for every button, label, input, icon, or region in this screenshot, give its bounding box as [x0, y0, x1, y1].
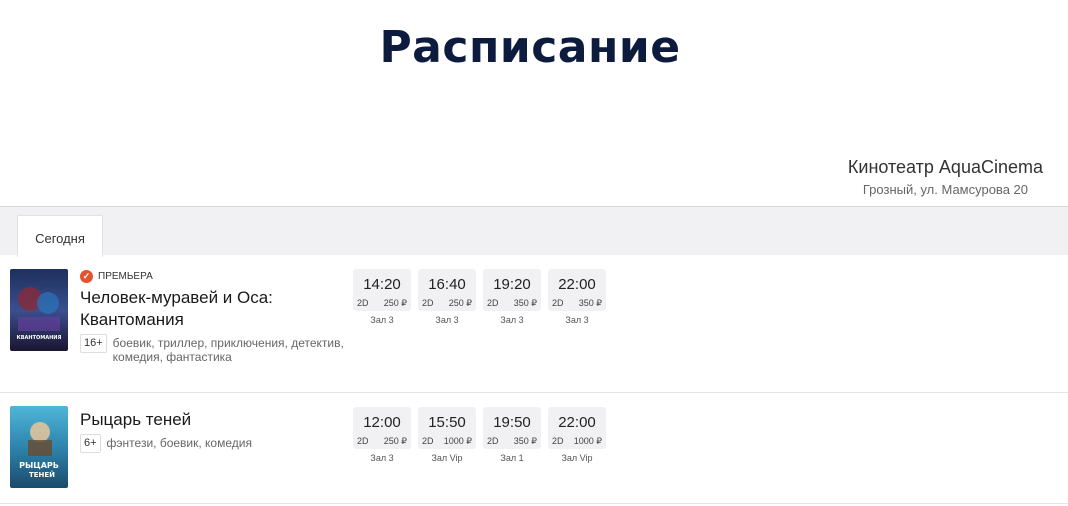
- session-time: 19:20: [493, 276, 531, 293]
- premiere-label: ПРЕМЬЕРА: [98, 270, 153, 282]
- premiere-icon: ✓: [80, 269, 93, 283]
- session-price: 1000 ₽: [443, 436, 472, 446]
- session-time: 15:50: [428, 414, 466, 431]
- movie-title[interactable]: Человек-муравей и Оса: Квантомания: [80, 287, 350, 331]
- session-price: 350 ₽: [513, 298, 537, 308]
- session-button[interactable]: 19:50 2D 350 ₽ Зал 1: [483, 407, 541, 463]
- poster-caption: РЫЦАРЬ: [19, 461, 59, 470]
- session-time: 19:50: [493, 414, 531, 431]
- date-tabs: Сегодня: [0, 206, 1068, 257]
- session-price: 250 ₽: [383, 298, 407, 308]
- session-price: 250 ₽: [448, 298, 472, 308]
- movie-title-line1: Человек-муравей и Оса:: [80, 288, 273, 307]
- session-time: 22:00: [558, 276, 596, 293]
- session-time: 14:20: [363, 276, 401, 293]
- session-button[interactable]: 19:20 2D 350 ₽ Зал 3: [483, 269, 541, 325]
- session-format: 2D: [357, 298, 369, 308]
- session-format: 2D: [487, 298, 499, 308]
- session-hall: Зал 3: [500, 315, 524, 325]
- session-price: 250 ₽: [383, 436, 407, 446]
- session-list: 12:00 2D 250 ₽ Зал 3 15:50 2D 1000 ₽ Зал V…: [353, 407, 606, 463]
- session-format: 2D: [357, 436, 369, 446]
- session-format: 2D: [422, 298, 434, 308]
- session-button[interactable]: 14:20 2D 250 ₽ Зал 3: [353, 269, 411, 325]
- session-price: 350 ₽: [578, 298, 602, 308]
- session-hall: Зал 3: [565, 315, 589, 325]
- session-time: 12:00: [363, 414, 401, 431]
- movie-info: Рыцарь теней 6+ фэнтези, боевик, комедия: [80, 409, 350, 453]
- session-time: 16:40: [428, 276, 466, 293]
- movie-title-line2: Квантомания: [80, 310, 184, 329]
- cinema-address: Грозный, ул. Мамсурова 20: [862, 182, 1028, 197]
- session-hall: Зал Vip: [561, 453, 593, 463]
- session-format: 2D: [487, 436, 499, 446]
- movie-title[interactable]: Рыцарь теней: [80, 409, 350, 431]
- movie-poster[interactable]: РЫЦАРЬ ТЕНЕЙ: [10, 406, 68, 488]
- movie-genres: боевик, триллер, приключения, детектив, …: [112, 336, 344, 364]
- page-title: Расписание: [379, 22, 681, 73]
- movie-title-line1: Рыцарь теней: [80, 410, 192, 429]
- cinema-info: Кинотеатр AquaCinema Грозный, ул. Мамсур…: [848, 157, 1043, 197]
- poster-caption: КВАНТОМАНИЯ: [17, 335, 62, 341]
- session-price: 350 ₽: [513, 436, 537, 446]
- session-button[interactable]: 22:00 2D 1000 ₽ Зал Vip: [548, 407, 606, 463]
- session-price: 1000 ₽: [573, 436, 602, 446]
- session-button[interactable]: 16:40 2D 250 ₽ Зал 3: [418, 269, 476, 325]
- session-list: 14:20 2D 250 ₽ Зал 3 16:40 2D 250 ₽ Зал 3 …: [353, 269, 606, 325]
- session-hall: Зал 3: [435, 315, 459, 325]
- movie-info: ✓ ПРЕМЬЕРА Человек-муравей и Оса: Кванто…: [80, 269, 350, 364]
- session-button[interactable]: 12:00 2D 250 ₽ Зал 3: [353, 407, 411, 463]
- movie-row: РЫЦАРЬ ТЕНЕЙ Рыцарь теней 6+ фэнтези, бо…: [0, 393, 1068, 504]
- age-rating: 16+: [80, 334, 107, 353]
- movie-genres: фэнтези, боевик, комедия: [106, 436, 252, 450]
- session-format: 2D: [552, 298, 564, 308]
- session-hall: Зал 3: [370, 315, 394, 325]
- age-rating: 6+: [80, 434, 101, 453]
- session-format: 2D: [552, 436, 564, 446]
- session-time: 22:00: [558, 414, 596, 431]
- poster-caption: ТЕНЕЙ: [29, 470, 55, 479]
- movie-row: КВАНТОМАНИЯ ✓ ПРЕМЬЕРА Человек-муравей и…: [0, 255, 1068, 393]
- premiere-badge: ✓ ПРЕМЬЕРА: [80, 269, 350, 283]
- session-format: 2D: [422, 436, 434, 446]
- cinema-name: Кинотеатр AquaCinema: [847, 157, 1043, 177]
- session-hall: Зал 3: [370, 453, 394, 463]
- tab-today[interactable]: Сегодня: [17, 215, 103, 257]
- session-button[interactable]: 15:50 2D 1000 ₽ Зал Vip: [418, 407, 476, 463]
- session-button[interactable]: 22:00 2D 350 ₽ Зал 3: [548, 269, 606, 325]
- session-hall: Зал Vip: [431, 453, 463, 463]
- movie-poster[interactable]: КВАНТОМАНИЯ: [10, 269, 68, 351]
- session-hall: Зал 1: [500, 453, 524, 463]
